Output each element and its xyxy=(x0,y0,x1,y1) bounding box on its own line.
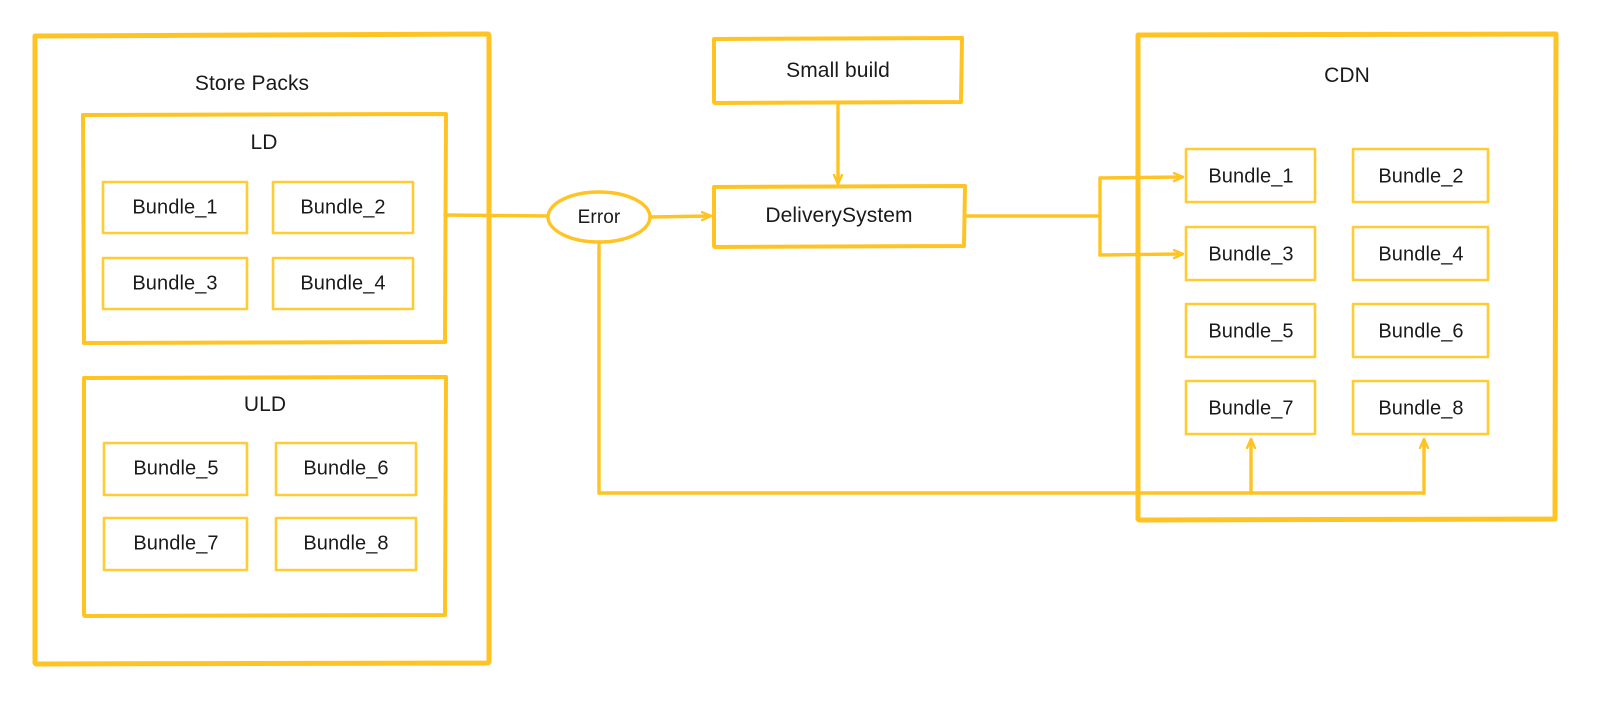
cdn-bundle-boxes xyxy=(1184,147,1490,436)
edge-ld-to-error xyxy=(443,213,550,218)
uld-bundle-8[interactable]: Bundle_8 xyxy=(303,533,388,556)
ld-bundle-4[interactable]: Bundle_4 xyxy=(300,273,385,296)
cdn-bundle-8[interactable]: Bundle_8 xyxy=(1378,398,1463,421)
ld-bundle-3[interactable]: Bundle_3 xyxy=(132,273,217,296)
cdn-bundle-3[interactable]: Bundle_3 xyxy=(1208,244,1293,267)
ld-group-title: LD xyxy=(250,131,278,154)
cdn-bundle-1[interactable]: Bundle_1 xyxy=(1208,166,1293,189)
uld-group-title: ULD xyxy=(243,393,287,416)
delivery-system-node-label[interactable]: DeliverySystem xyxy=(765,204,912,228)
error-node-label[interactable]: Error xyxy=(578,207,621,229)
cdn-bundle-2[interactable]: Bundle_2 xyxy=(1378,166,1463,189)
cdn-bundle-6[interactable]: Bundle_6 xyxy=(1378,321,1463,344)
cdn-bundle-5[interactable]: Bundle_5 xyxy=(1208,321,1293,344)
uld-bundle-7[interactable]: Bundle_7 xyxy=(133,533,218,556)
ld-bundle-1[interactable]: Bundle_1 xyxy=(132,197,217,220)
cdn-container xyxy=(1135,31,1559,523)
cdn-bundle-4[interactable]: Bundle_4 xyxy=(1378,244,1463,267)
uld-bundle-6[interactable]: Bundle_6 xyxy=(303,458,388,481)
edge-delivery-to-cdn-fork xyxy=(963,177,1182,255)
diagram-canvas: Store Packs LD Bundle_1 Bundle_2 Bundle_… xyxy=(0,0,1600,713)
cdn-title: CDN xyxy=(1324,64,1370,87)
ld-bundle-2[interactable]: Bundle_2 xyxy=(300,197,385,220)
diagram-vector-layer xyxy=(32,31,1559,667)
uld-bundle-5[interactable]: Bundle_5 xyxy=(133,458,218,481)
store-packs-title: Store Packs xyxy=(194,72,310,95)
small-build-node-label[interactable]: Small build xyxy=(786,59,890,83)
cdn-bundle-7[interactable]: Bundle_7 xyxy=(1208,398,1293,421)
edge-error-to-delivery xyxy=(648,216,710,217)
